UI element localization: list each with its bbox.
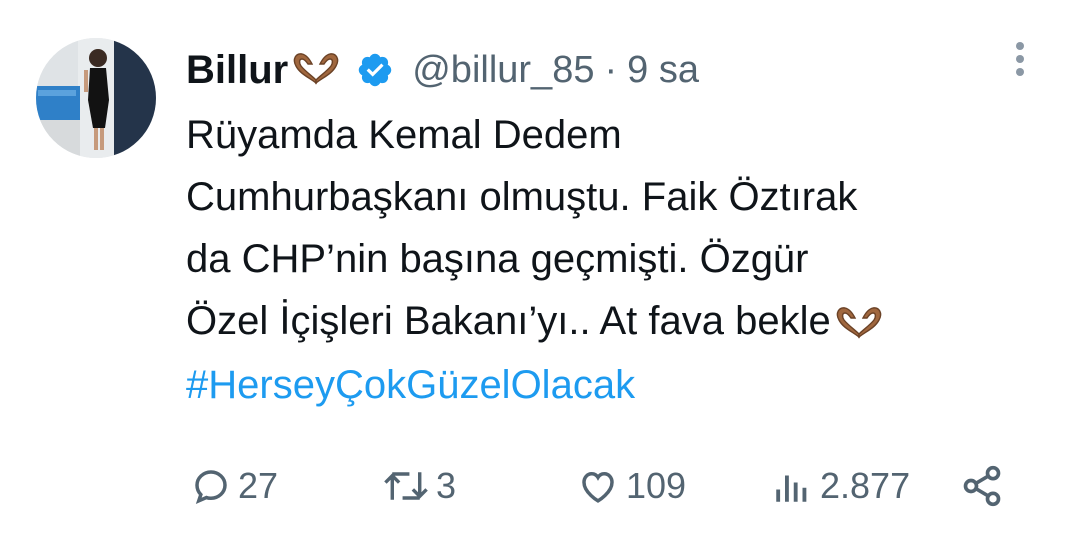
tweet-header: Billur @billur_85 · 9 sa bbox=[186, 40, 699, 100]
hashtag-link[interactable]: #HerseyÇokGüzelOlacak bbox=[186, 354, 1056, 416]
retweet-icon bbox=[382, 465, 430, 507]
retweet-count: 3 bbox=[436, 465, 457, 506]
tweet-text: Rüyamda Kemal Dedem Cumhurbaşkanı olmuşt… bbox=[186, 104, 1056, 416]
like-count: 109 bbox=[626, 465, 687, 506]
heart-hands-emoji bbox=[288, 50, 344, 91]
user-handle[interactable]: @billur_85 bbox=[412, 49, 594, 92]
tweet-line-text: Özel İçişleri Bakanı’yı.. At fava bekle bbox=[186, 299, 831, 343]
retweet-button[interactable]: 3 bbox=[382, 458, 456, 514]
like-button[interactable]: 109 bbox=[576, 458, 686, 514]
avatar[interactable] bbox=[36, 38, 156, 158]
reply-icon bbox=[190, 465, 232, 507]
verified-badge-icon bbox=[356, 51, 394, 89]
views-icon bbox=[770, 465, 814, 507]
separator-dot: · bbox=[604, 48, 618, 91]
tweet-line-last: Özel İçişleri Bakanı’yı.. At fava bekle bbox=[186, 290, 1056, 354]
tweet: Billur @billur_85 · 9 sa Rüyamda Kemal D… bbox=[0, 0, 1080, 538]
more-vertical-icon[interactable] bbox=[1004, 40, 1036, 84]
tweet-actions: 27 3 109 2.877 bbox=[186, 458, 1046, 514]
views-count: 2.877 bbox=[820, 465, 911, 506]
reply-count: 27 bbox=[238, 465, 279, 506]
tweet-line: Cumhurbaşkanı olmuştu. Faik Öztırak bbox=[186, 175, 858, 219]
share-button[interactable] bbox=[960, 458, 1004, 514]
timestamp[interactable]: 9 sa bbox=[627, 49, 699, 92]
tweet-line: da CHP’nin başına geçmişti. Özgür bbox=[186, 237, 809, 281]
share-icon bbox=[960, 464, 1004, 508]
display-name[interactable]: Billur bbox=[186, 48, 288, 93]
tweet-line: Rüyamda Kemal Dedem bbox=[186, 113, 622, 157]
heart-hands-emoji bbox=[831, 292, 887, 354]
reply-button[interactable]: 27 bbox=[190, 458, 278, 514]
like-icon bbox=[576, 465, 620, 507]
views-button[interactable]: 2.877 bbox=[770, 458, 910, 514]
